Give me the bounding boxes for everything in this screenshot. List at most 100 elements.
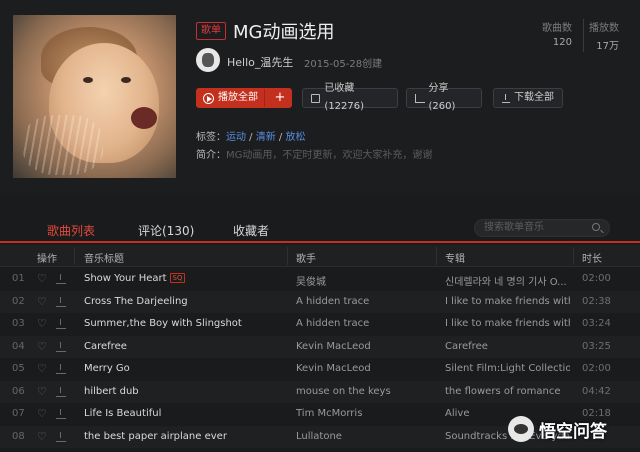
favorite-button[interactable]: 已收藏(12276) (302, 83, 398, 112)
heart-icon[interactable]: ♡ (37, 273, 48, 284)
song-duration: 04:42 (582, 385, 611, 397)
song-count-value: 120 (552, 37, 572, 48)
song-artist[interactable]: A hidden trace (296, 296, 436, 307)
row-index: 04 (12, 340, 25, 352)
tab-collectors[interactable]: 收藏者 (233, 222, 269, 239)
song-title[interactable]: hilbert dub (84, 386, 284, 397)
song-title[interactable]: Carefree (84, 341, 284, 352)
song-artist[interactable]: Lullatone (296, 431, 436, 442)
song-album[interactable]: 신데렐라와 네 명의 기사 O... (445, 273, 570, 288)
song-title[interactable]: Merry Go (84, 363, 284, 374)
download-all-button[interactable]: 下载全部 (493, 88, 563, 108)
wukong-logo-icon (508, 416, 534, 442)
tag-link[interactable]: 放松 (285, 132, 305, 143)
play-all-label: 播放全部 (218, 92, 258, 103)
col-divider[interactable] (74, 247, 75, 265)
song-title[interactable]: Life Is Beautiful (84, 408, 284, 419)
song-artist[interactable]: 吴俊城 (296, 273, 436, 288)
download-icon[interactable] (56, 386, 66, 397)
col-artist-header[interactable]: 歌手 (296, 250, 316, 265)
heart-icon[interactable]: ♡ (37, 431, 48, 442)
tag-link[interactable]: 清新 (256, 132, 276, 143)
table-row[interactable]: 03 ♡ Summer,the Boy with Slingshot A hid… (0, 313, 640, 336)
tab-song-list[interactable]: 歌曲列表 (38, 222, 104, 250)
song-album[interactable]: Carefree (445, 341, 570, 352)
table-row[interactable]: 02 ♡ Cross The Darjeeling A hidden trace… (0, 290, 640, 313)
add-to-queue-button[interactable]: + (269, 89, 291, 107)
song-album[interactable]: the flowers of romance (445, 386, 570, 397)
download-all-label: 下载全部 (514, 92, 554, 103)
table-row[interactable]: 06 ♡ hilbert dub mouse on the keys the f… (0, 380, 640, 403)
song-title-text[interactable]: Show Your Heart (84, 273, 167, 284)
row-index: 05 (12, 363, 25, 374)
heart-icon[interactable]: ♡ (37, 341, 48, 352)
song-duration: 03:25 (582, 340, 611, 352)
col-title-header[interactable]: 音乐标题 (84, 250, 124, 265)
desc-text: MG动画用，不定时更新，欢迎大家补充，谢谢 (226, 150, 433, 161)
play-count-label: 播放数 (589, 23, 619, 34)
playlist-tags: 标签：运动 / 清新 / 放松 (196, 128, 305, 143)
desc-label: 简介： (196, 150, 226, 161)
song-album[interactable]: Silent Film:Light Collection (445, 363, 570, 374)
creator-name-link[interactable]: Hello_温先生 (227, 54, 293, 70)
download-icon[interactable] (56, 408, 66, 419)
table-row[interactable]: 05 ♡ Merry Go Kevin MacLeod Silent Film:… (0, 358, 640, 381)
play-all-main[interactable]: 播放全部 (197, 89, 265, 107)
col-divider[interactable] (436, 247, 437, 265)
share-icon (415, 93, 425, 103)
song-title[interactable]: the best paper airplane ever (84, 431, 284, 442)
playlist-title: MG动画选用 (233, 22, 335, 43)
song-duration: 02:00 (582, 273, 611, 284)
song-artist[interactable]: mouse on the keys (296, 386, 436, 397)
playlist-cover-image[interactable] (13, 15, 176, 178)
song-title[interactable]: Summer,the Boy with Slingshot (84, 318, 284, 329)
creator-avatar[interactable] (196, 48, 220, 72)
song-title[interactable]: Show Your Heart SQ (84, 273, 284, 284)
song-artist[interactable]: Kevin MacLeod (296, 363, 436, 374)
folder-icon (311, 93, 321, 103)
heart-icon[interactable]: ♡ (37, 386, 48, 397)
created-date: 2015-05-28创建 (304, 59, 383, 70)
song-album[interactable]: I like to make friends with ... (445, 318, 570, 329)
play-all-button[interactable]: 播放全部 + (196, 88, 292, 108)
heart-icon[interactable]: ♡ (37, 363, 48, 374)
playlist-header: 歌单 MG动画选用 歌曲数 120 播放数 17万 Hello_温先生 2015… (0, 0, 640, 195)
song-artist[interactable]: A hidden trace (296, 318, 436, 329)
song-title[interactable]: Cross The Darjeeling (84, 296, 284, 307)
tag-link[interactable]: 运动 (226, 132, 246, 143)
share-button[interactable]: 分享(260) (406, 83, 482, 112)
song-duration: 03:24 (582, 318, 611, 329)
tag-separator: / (246, 132, 256, 143)
heart-icon[interactable]: ♡ (37, 318, 48, 329)
col-album-header[interactable]: 专辑 (445, 250, 465, 265)
song-duration: 02:38 (582, 295, 611, 307)
col-divider[interactable] (573, 247, 574, 265)
playlist-search-input[interactable]: 搜索歌单音乐 (474, 219, 610, 237)
col-divider[interactable] (287, 247, 288, 265)
song-count-stat: 歌曲数 120 (530, 19, 572, 48)
song-album[interactable]: I like to make friends with ... (445, 296, 570, 307)
heart-icon[interactable]: ♡ (37, 296, 48, 307)
song-count-label: 歌曲数 (542, 23, 572, 34)
search-icon[interactable] (592, 223, 600, 231)
song-artist[interactable]: Kevin MacLeod (296, 341, 436, 352)
table-row[interactable]: 01 ♡ Show Your Heart SQ 吴俊城 신데렐라와 네 명의 기사… (0, 268, 640, 291)
song-table-header: 操作 音乐标题 歌手 专辑 时长 (0, 245, 640, 267)
download-icon[interactable] (56, 318, 66, 329)
tag-separator: / (275, 132, 286, 143)
heart-icon[interactable]: ♡ (37, 408, 48, 419)
play-count-stat: 播放数 17万 (583, 19, 619, 52)
download-icon[interactable] (56, 363, 66, 374)
download-icon[interactable] (56, 296, 66, 307)
download-icon[interactable] (56, 341, 66, 352)
song-artist[interactable]: Tim McMorris (296, 408, 436, 419)
col-ops-header: 操作 (37, 254, 57, 265)
tab-comments[interactable]: 评论(130) (138, 222, 194, 239)
table-row[interactable]: 04 ♡ Carefree Kevin MacLeod Carefree 03:… (0, 335, 640, 358)
playlist-type-badge: 歌单 (196, 22, 226, 40)
download-icon[interactable] (56, 273, 66, 284)
col-duration-header[interactable]: 时长 (582, 250, 602, 265)
download-icon (502, 93, 510, 103)
download-icon[interactable] (56, 431, 66, 442)
cover-eye-right (121, 77, 131, 83)
